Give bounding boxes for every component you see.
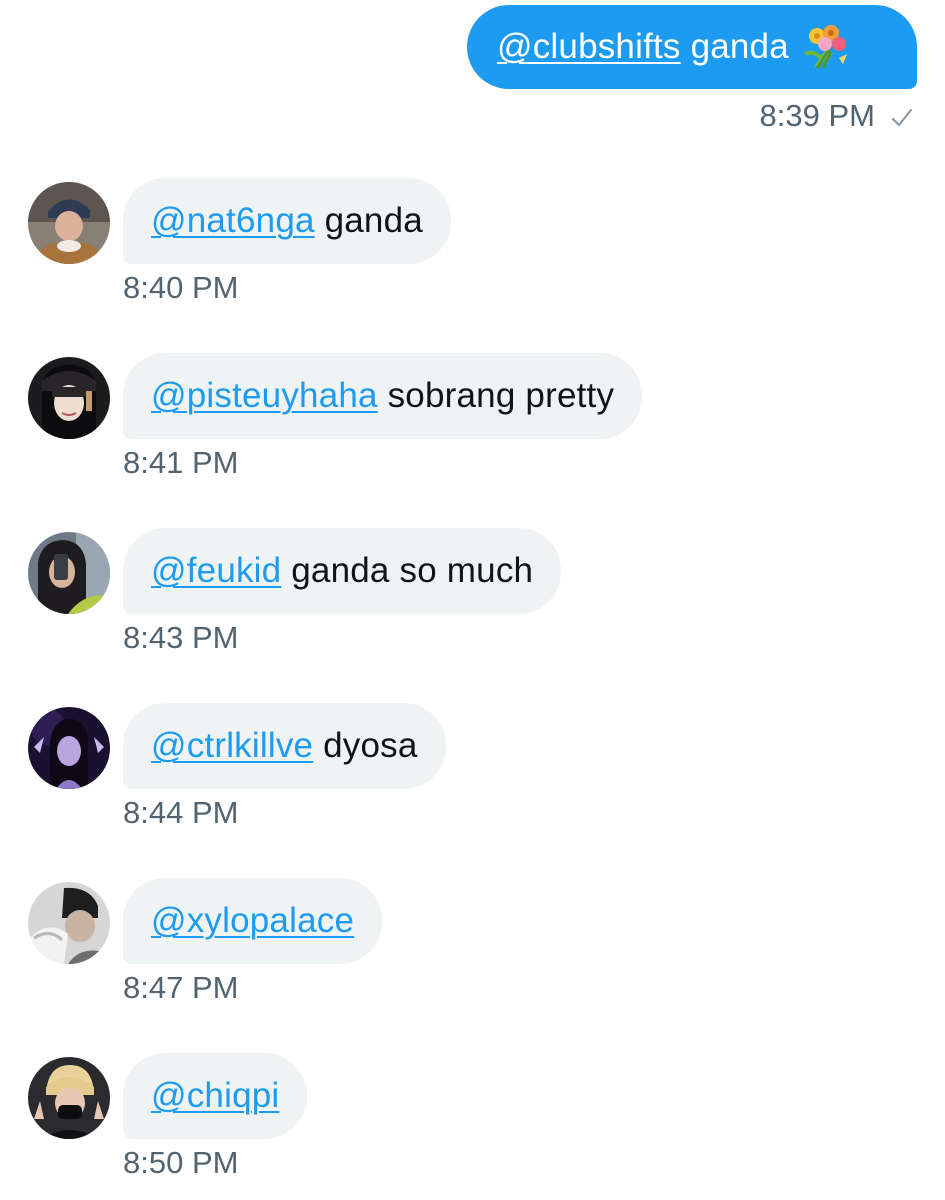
avatar[interactable] <box>28 357 110 439</box>
mention-link[interactable]: @ctrlkillve <box>151 726 313 766</box>
received-message: @nat6nga ganda 8:40 PM <box>0 178 945 318</box>
avatar[interactable] <box>28 1057 110 1139</box>
avatar[interactable] <box>28 882 110 964</box>
message-bubble[interactable]: @nat6nga ganda <box>123 178 451 264</box>
mention-link[interactable]: @nat6nga <box>151 201 315 241</box>
message-bubble[interactable]: @feukid ganda so much <box>123 528 562 614</box>
avatar[interactable] <box>28 532 110 614</box>
sent-check-icon <box>889 103 915 129</box>
message-text: ganda so much <box>281 551 534 590</box>
message-bubble[interactable]: @pisteuyhaha sobrang pretty <box>123 353 643 439</box>
avatar[interactable] <box>28 182 110 264</box>
mention-link[interactable]: @pisteuyhaha <box>151 376 378 416</box>
message-text: ganda <box>314 201 423 240</box>
dm-thread: @clubshifts ganda 8:39 PM @nat6nga ganda… <box>0 0 945 1200</box>
received-message: @chiqpi 8:50 PM <box>0 1053 945 1193</box>
mention-link[interactable]: @clubshifts <box>497 27 681 67</box>
message-bubble[interactable]: @ctrlkillve dyosa <box>123 703 446 789</box>
mention-link[interactable]: @xylopalace <box>151 901 354 941</box>
received-message: @feukid ganda so much 8:43 PM <box>0 528 945 668</box>
mention-link[interactable]: @chiqpi <box>151 1076 279 1116</box>
avatar[interactable] <box>28 707 110 789</box>
received-message: @xylopalace 8:47 PM <box>0 878 945 1018</box>
message-timestamp: 8:39 PM <box>759 98 875 133</box>
message-bubble[interactable]: @xylopalace <box>123 878 383 964</box>
message-timestamp: 8:40 PM <box>123 270 239 305</box>
message-timestamp: 8:43 PM <box>123 620 239 655</box>
mention-link[interactable]: @feukid <box>151 551 281 591</box>
sent-message-meta: 8:39 PM <box>760 96 915 136</box>
message-bubble[interactable]: @chiqpi <box>123 1053 308 1139</box>
received-message: @pisteuyhaha sobrang pretty 8:41 PM <box>0 353 945 493</box>
message-timestamp: 8:41 PM <box>123 445 239 480</box>
message-text: sobrang pretty <box>377 376 615 415</box>
message-text: ganda <box>680 27 789 66</box>
message-timestamp: 8:44 PM <box>123 795 239 830</box>
message-timestamp: 8:50 PM <box>123 1145 239 1180</box>
bouquet-icon <box>803 24 849 70</box>
received-message: @ctrlkillve dyosa 8:44 PM <box>0 703 945 843</box>
message-timestamp: 8:47 PM <box>123 970 239 1005</box>
message-text: dyosa <box>313 726 418 765</box>
sent-message-bubble[interactable]: @clubshifts ganda <box>467 5 917 89</box>
